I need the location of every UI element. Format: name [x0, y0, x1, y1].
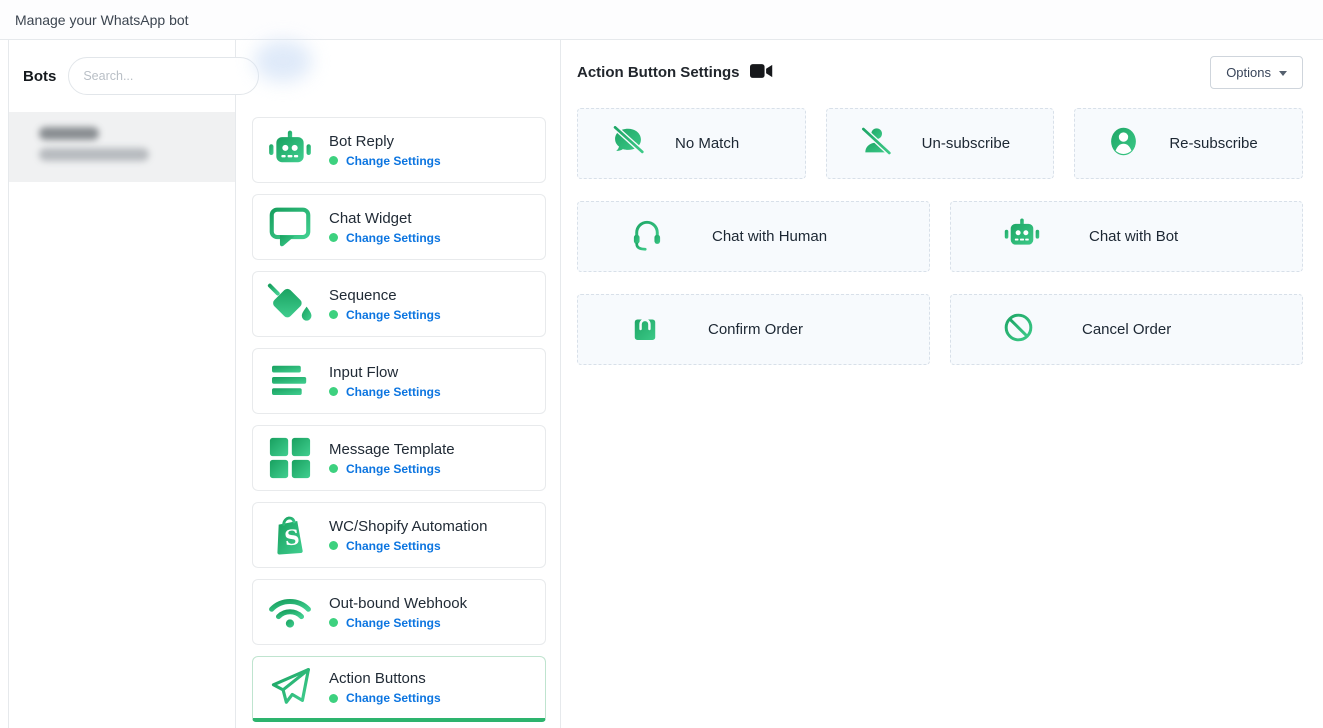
feature-card-outbound-webhook[interactable]: Out-bound Webhook Change Settings — [252, 579, 546, 645]
comment-slash-icon — [611, 126, 645, 161]
bars-icon — [263, 363, 317, 399]
feature-card-input-flow[interactable]: Input Flow Change Settings — [252, 348, 546, 414]
action-tile-label: Cancel Order — [1082, 321, 1171, 338]
status-dot — [329, 694, 338, 703]
search-input[interactable] — [68, 57, 259, 95]
card-title: Sequence — [329, 287, 441, 304]
chat-bubble-icon — [263, 206, 317, 248]
ban-icon — [1003, 312, 1034, 348]
chevron-down-icon — [1279, 71, 1287, 76]
card-title: Action Buttons — [329, 670, 441, 687]
card-title: Chat Widget — [329, 210, 441, 227]
page-title: Manage your WhatsApp bot — [15, 12, 189, 28]
change-settings-link[interactable]: Change Settings — [346, 462, 441, 476]
card-body: Out-bound Webhook Change Settings — [329, 595, 467, 630]
card-title: Message Template — [329, 441, 455, 458]
options-button[interactable]: Options — [1210, 56, 1303, 89]
grid-icon — [263, 437, 317, 479]
action-tile-cancel-order[interactable]: Cancel Order — [950, 294, 1303, 365]
action-tile-row: Confirm Order Cancel Order — [577, 294, 1303, 365]
status-dot — [329, 156, 338, 165]
status-dot — [329, 233, 338, 242]
card-title: Out-bound Webhook — [329, 595, 467, 612]
main-layout: Bots Bot Reply Change Settings — [0, 40, 1323, 728]
action-tile-un-subscribe[interactable]: Un-subscribe — [826, 108, 1055, 179]
action-tile-row: Chat with Human Chat with Bot — [577, 201, 1303, 272]
card-body: Bot Reply Change Settings — [329, 133, 441, 168]
panel-header: Action Button Settings Options — [577, 56, 1303, 89]
card-body: Sequence Change Settings — [329, 287, 441, 322]
wifi-icon — [263, 594, 317, 630]
feature-card-sequence[interactable]: Sequence Change Settings — [252, 271, 546, 337]
user-slash-icon — [860, 126, 892, 161]
change-settings-link[interactable]: Change Settings — [346, 154, 441, 168]
action-tile-label: Confirm Order — [708, 321, 803, 338]
change-settings-link[interactable]: Change Settings — [346, 385, 441, 399]
paper-plane-icon — [263, 665, 317, 711]
feature-card-shopify-automation[interactable]: S WC/Shopify Automation Change Settings — [252, 502, 546, 568]
card-body: Message Template Change Settings — [329, 441, 455, 476]
status-dot — [329, 387, 338, 396]
panel-title: Action Button Settings — [577, 64, 739, 81]
action-tile-label: No Match — [675, 135, 739, 152]
status-dot — [329, 618, 338, 627]
top-bar: Manage your WhatsApp bot — [0, 0, 1323, 40]
headset-icon — [630, 217, 664, 256]
status-dot — [329, 464, 338, 473]
options-button-label: Options — [1226, 65, 1271, 80]
bot-list-item-selected[interactable] — [9, 112, 235, 182]
card-body: Chat Widget Change Settings — [329, 210, 441, 245]
card-title: Bot Reply — [329, 133, 441, 150]
action-tile-re-subscribe[interactable]: Re-subscribe — [1074, 108, 1303, 179]
change-settings-link[interactable]: Change Settings — [346, 308, 441, 322]
change-settings-link[interactable]: Change Settings — [346, 539, 441, 553]
blurred-bot-number — [39, 148, 149, 161]
feature-cards-column: Bot Reply Change Settings Chat Widget Ch… — [236, 40, 561, 728]
card-title: Input Flow — [329, 364, 441, 381]
action-tile-chat-with-human[interactable]: Chat with Human — [577, 201, 930, 272]
action-tile-row: No Match Un-subscribe — [577, 108, 1303, 179]
video-camera-icon[interactable] — [750, 63, 773, 84]
feature-card-bot-reply[interactable]: Bot Reply Change Settings — [252, 117, 546, 183]
action-tile-chat-with-bot[interactable]: Chat with Bot — [950, 201, 1303, 272]
action-tile-label: Chat with Bot — [1089, 228, 1178, 245]
svg-text:S: S — [283, 524, 301, 550]
action-tile-label: Chat with Human — [712, 228, 827, 245]
robot-icon — [1003, 218, 1041, 256]
user-circle-icon — [1108, 125, 1139, 163]
blurred-avatar-blob — [254, 40, 312, 82]
card-body: WC/Shopify Automation Change Settings — [329, 518, 487, 553]
card-title: WC/Shopify Automation — [329, 518, 487, 535]
change-settings-link[interactable]: Change Settings — [346, 691, 441, 705]
card-body: Action Buttons Change Settings — [329, 670, 441, 705]
change-settings-link[interactable]: Change Settings — [346, 231, 441, 245]
status-dot — [329, 310, 338, 319]
status-dot — [329, 541, 338, 550]
card-body: Input Flow Change Settings — [329, 364, 441, 399]
action-tile-no-match[interactable]: No Match — [577, 108, 806, 179]
bots-heading: Bots — [23, 68, 56, 85]
feature-card-message-template[interactable]: Message Template Change Settings — [252, 425, 546, 491]
action-tile-label: Un-subscribe — [922, 135, 1010, 152]
sidebar-header: Bots — [9, 40, 235, 112]
bots-sidebar: Bots — [8, 40, 236, 728]
feature-card-action-buttons[interactable]: Action Buttons Change Settings — [252, 656, 546, 722]
action-tile-confirm-order[interactable]: Confirm Order — [577, 294, 930, 365]
feature-card-chat-widget[interactable]: Chat Widget Change Settings — [252, 194, 546, 260]
shopping-bag-icon — [630, 311, 660, 348]
action-button-settings-panel: Action Button Settings Options No Ma — [561, 40, 1323, 728]
robot-icon — [263, 130, 317, 170]
change-settings-link[interactable]: Change Settings — [346, 616, 441, 630]
shopify-icon: S — [263, 513, 317, 557]
blurred-bot-name — [39, 127, 99, 140]
fill-drip-icon — [263, 283, 317, 325]
action-tile-label: Re-subscribe — [1169, 135, 1257, 152]
